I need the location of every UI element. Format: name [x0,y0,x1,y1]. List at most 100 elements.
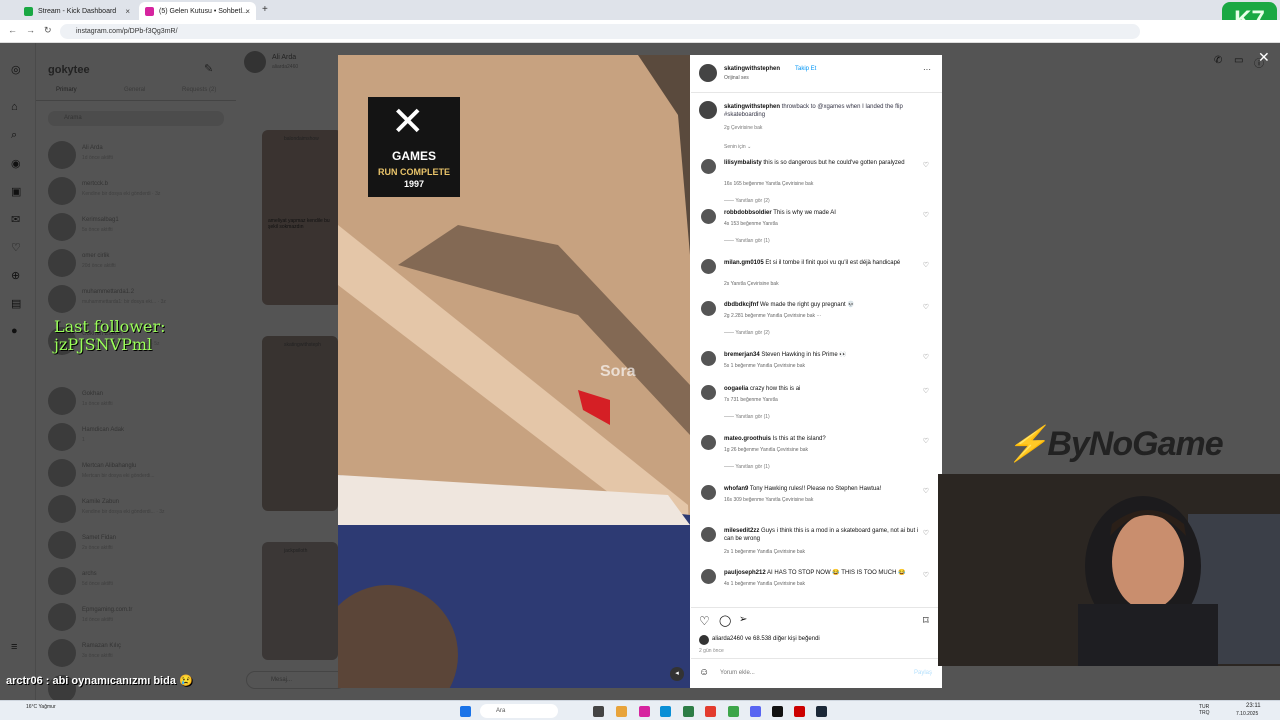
comment-user[interactable]: milan.gm0105 [724,260,764,266]
comment-user[interactable]: milesedit2zz [724,528,759,534]
post-author[interactable]: skatingwithstephen [724,66,780,72]
home-icon[interactable]: ⌂ [11,101,18,113]
taskview-icon[interactable] [593,706,604,717]
comment-user[interactable]: oogaelia [724,386,748,392]
phone-icon[interactable]: ✆ [1214,55,1222,66]
video-icon[interactable]: ▭ [1234,55,1243,66]
comment-user[interactable]: lilisymbalisty [724,160,762,166]
explorer-icon[interactable] [616,706,627,717]
close-icon[interactable]: × [245,7,250,16]
chrome-icon[interactable] [705,706,716,717]
app-icon[interactable] [683,706,694,717]
comment-like-icon[interactable]: ♡ [923,161,929,169]
dm-chat-item[interactable]: Epmgaming.com.tr 1d önce aktifti [48,599,248,635]
comment-user[interactable]: dbdbdkcjfnf [724,302,758,308]
app-icon[interactable] [728,706,739,717]
close-icon[interactable]: × [125,7,130,16]
shared-reel-card[interactable]: jackpsiloth [262,542,338,660]
dm-chat-item[interactable]: Mertcan Alibahanglu Mertcan bir dosya eki… [48,455,248,491]
share-icon[interactable]: ➢ [739,614,747,625]
clock-time[interactable]: 23:11 [1246,703,1261,709]
weather-widget[interactable]: 16°C Yağmur [26,704,56,710]
dm-chat-item[interactable]: mertcck.b Kendine bir dosya eki gönderdi … [48,173,248,209]
comment-like-icon[interactable]: ♡ [923,353,929,361]
discord-icon[interactable] [750,706,761,717]
comment-user[interactable]: whofan9 [724,486,748,492]
comment-user[interactable]: bremerjan34 [724,352,760,358]
compose-icon[interactable]: ✎ [204,62,213,75]
dm-chat-item[interactable]: Ramazan Kılıç 3s önce aktifti [48,635,248,671]
url-field[interactable]: instagram.com/p/DPb-f3Qg3mR/ [60,24,1140,39]
dm-chat-item[interactable]: muhammettarda1.2 muhammettarda1: bir dosy… [48,281,248,317]
audio-label[interactable]: Orijinal ses [724,75,749,81]
avatar[interactable] [701,485,716,500]
avatar[interactable] [699,101,717,119]
tab-primary[interactable]: Primary [56,87,77,93]
avatar[interactable] [244,51,266,73]
windows-start-icon[interactable] [460,706,471,717]
dashboard-icon[interactable]: ▤ [11,297,21,310]
dm-chat-item[interactable]: archs 5d önce aktifti [48,563,248,599]
avatar[interactable] [701,301,716,316]
comment-like-icon[interactable]: ♡ [923,571,929,579]
view-replies-button[interactable]: —— Yanıtları gör (1) [724,464,770,470]
avatar[interactable] [701,385,716,400]
comment-like-icon[interactable]: ♡ [923,211,929,219]
instagram-logo-icon[interactable]: ◎ [11,63,21,76]
avatar[interactable] [701,351,716,366]
comment-like-icon[interactable]: ♡ [923,387,929,395]
search-icon[interactable]: ⌕ [11,129,17,142]
reload-icon[interactable]: ↻ [44,25,52,36]
emoji-icon[interactable]: ☺ [699,667,709,678]
avatar[interactable] [701,569,716,584]
steam-icon[interactable] [816,706,827,717]
avatar[interactable] [701,435,716,450]
comment-input[interactable]: Yorum ekle... [720,670,755,676]
profile-avatar[interactable]: ● [11,325,18,337]
post-comment-button[interactable]: Paylaş [914,670,932,676]
obs-icon[interactable] [794,706,805,717]
tab-instagram[interactable]: (5) Gelen Kutusu • Sohbetl... × [139,2,256,20]
tab-general[interactable]: General [124,87,145,93]
dm-chat-item[interactable]: Hamdican Adak 1 [48,419,248,455]
taskbar-search[interactable]: Ara [480,704,558,718]
shared-reel-card[interactable]: balondaimshow ameliyat yapmaz kendile bu… [262,130,342,305]
comment-like-icon[interactable]: ♡ [923,437,929,445]
messages-icon[interactable]: ✉ [11,213,20,226]
comment-icon[interactable]: ◯ [719,614,731,627]
sort-dropdown[interactable]: Senin için ⌄ [724,144,751,150]
create-icon[interactable]: ⊕ [11,269,20,282]
comment-user[interactable]: pauljoseph212 [724,570,766,576]
new-tab-button[interactable]: + [262,4,268,15]
save-icon[interactable]: ⌑ [923,614,929,627]
message-input[interactable]: Mesaj... [246,671,346,689]
likes-count[interactable]: aliarda2460 ve 68.538 diğer kişi beğendi [712,636,820,642]
clock-date[interactable]: 7.10.2025 [1236,711,1258,717]
heart-icon[interactable]: ♡ [11,241,21,254]
edge-icon[interactable] [660,706,671,717]
app-icon[interactable] [772,706,783,717]
avatar[interactable] [701,259,716,274]
avatar[interactable] [699,64,717,82]
comment-like-icon[interactable]: ♡ [923,303,929,311]
view-replies-button[interactable]: —— Yanıtları gör (2) [724,198,770,204]
comment-like-icon[interactable]: ♡ [923,529,929,537]
comment-like-icon[interactable]: ♡ [923,487,929,495]
dm-chat-item[interactable]: Ali Arda 1d önce aktifti [48,137,248,173]
comment-like-icon[interactable]: ♡ [923,261,929,269]
language-indicator[interactable]: TUR TRQ [1199,704,1219,716]
explore-icon[interactable]: ◉ [11,157,21,170]
more-options-icon[interactable]: ··· [923,65,931,74]
account-username[interactable]: gokytee [48,64,90,76]
avatar[interactable] [701,527,716,542]
caption-user[interactable]: skatingwithstephen [724,104,780,110]
mute-icon[interactable]: ◂ [670,667,684,681]
dm-chat-item[interactable]: omer cirlik 20d önce aktifti [48,245,248,281]
post-video[interactable]: ✕ GAMES RUN COMPLETE 1997 Sora ◂ [338,55,690,688]
tab-kick[interactable]: Stream - Kick Dashboard × [18,2,136,20]
dm-chat-item[interactable]: Samet Fidan 2s önce aktifti [48,527,248,563]
chat-header-name[interactable]: Ali Arda [272,54,296,61]
follow-button[interactable]: Takip Et [795,66,816,72]
forward-icon[interactable]: → [26,25,35,35]
avatar[interactable] [701,159,716,174]
